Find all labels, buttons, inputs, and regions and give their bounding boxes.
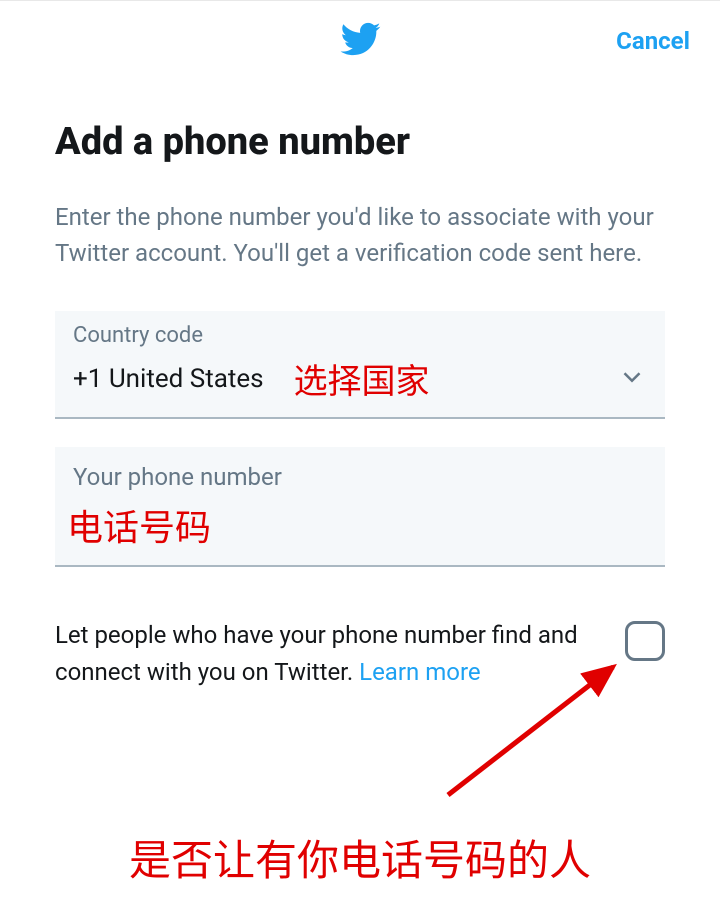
consent-checkbox[interactable] xyxy=(625,621,665,661)
annotation-country: 选择国家 xyxy=(294,354,430,403)
annotation-bottom: 是否让有你电话号码的人 xyxy=(0,827,720,888)
phone-input[interactable]: Your phone number 电话号码 xyxy=(55,447,665,567)
learn-more-link[interactable]: Learn more xyxy=(359,658,480,686)
twitter-logo-icon xyxy=(339,18,381,64)
consent-text: Let people who have your phone number fi… xyxy=(55,617,605,691)
phone-input-label: Your phone number xyxy=(73,463,647,491)
consent-text-body: Let people who have your phone number fi… xyxy=(55,621,578,686)
main-content: Add a phone number Enter the phone numbe… xyxy=(0,80,720,691)
annotation-phone: 电话号码 xyxy=(67,499,647,551)
chevron-down-icon xyxy=(617,362,647,396)
country-code-value: +1 United States xyxy=(73,364,264,394)
page-title: Add a phone number xyxy=(55,120,665,164)
header: Cancel xyxy=(0,0,720,80)
cancel-button[interactable]: Cancel xyxy=(616,27,690,55)
description-text: Enter the phone number you'd like to ass… xyxy=(55,199,665,271)
country-code-label: Country code xyxy=(73,323,647,348)
country-code-select[interactable]: Country code +1 United States 选择国家 xyxy=(55,311,665,419)
consent-row: Let people who have your phone number fi… xyxy=(55,617,665,691)
